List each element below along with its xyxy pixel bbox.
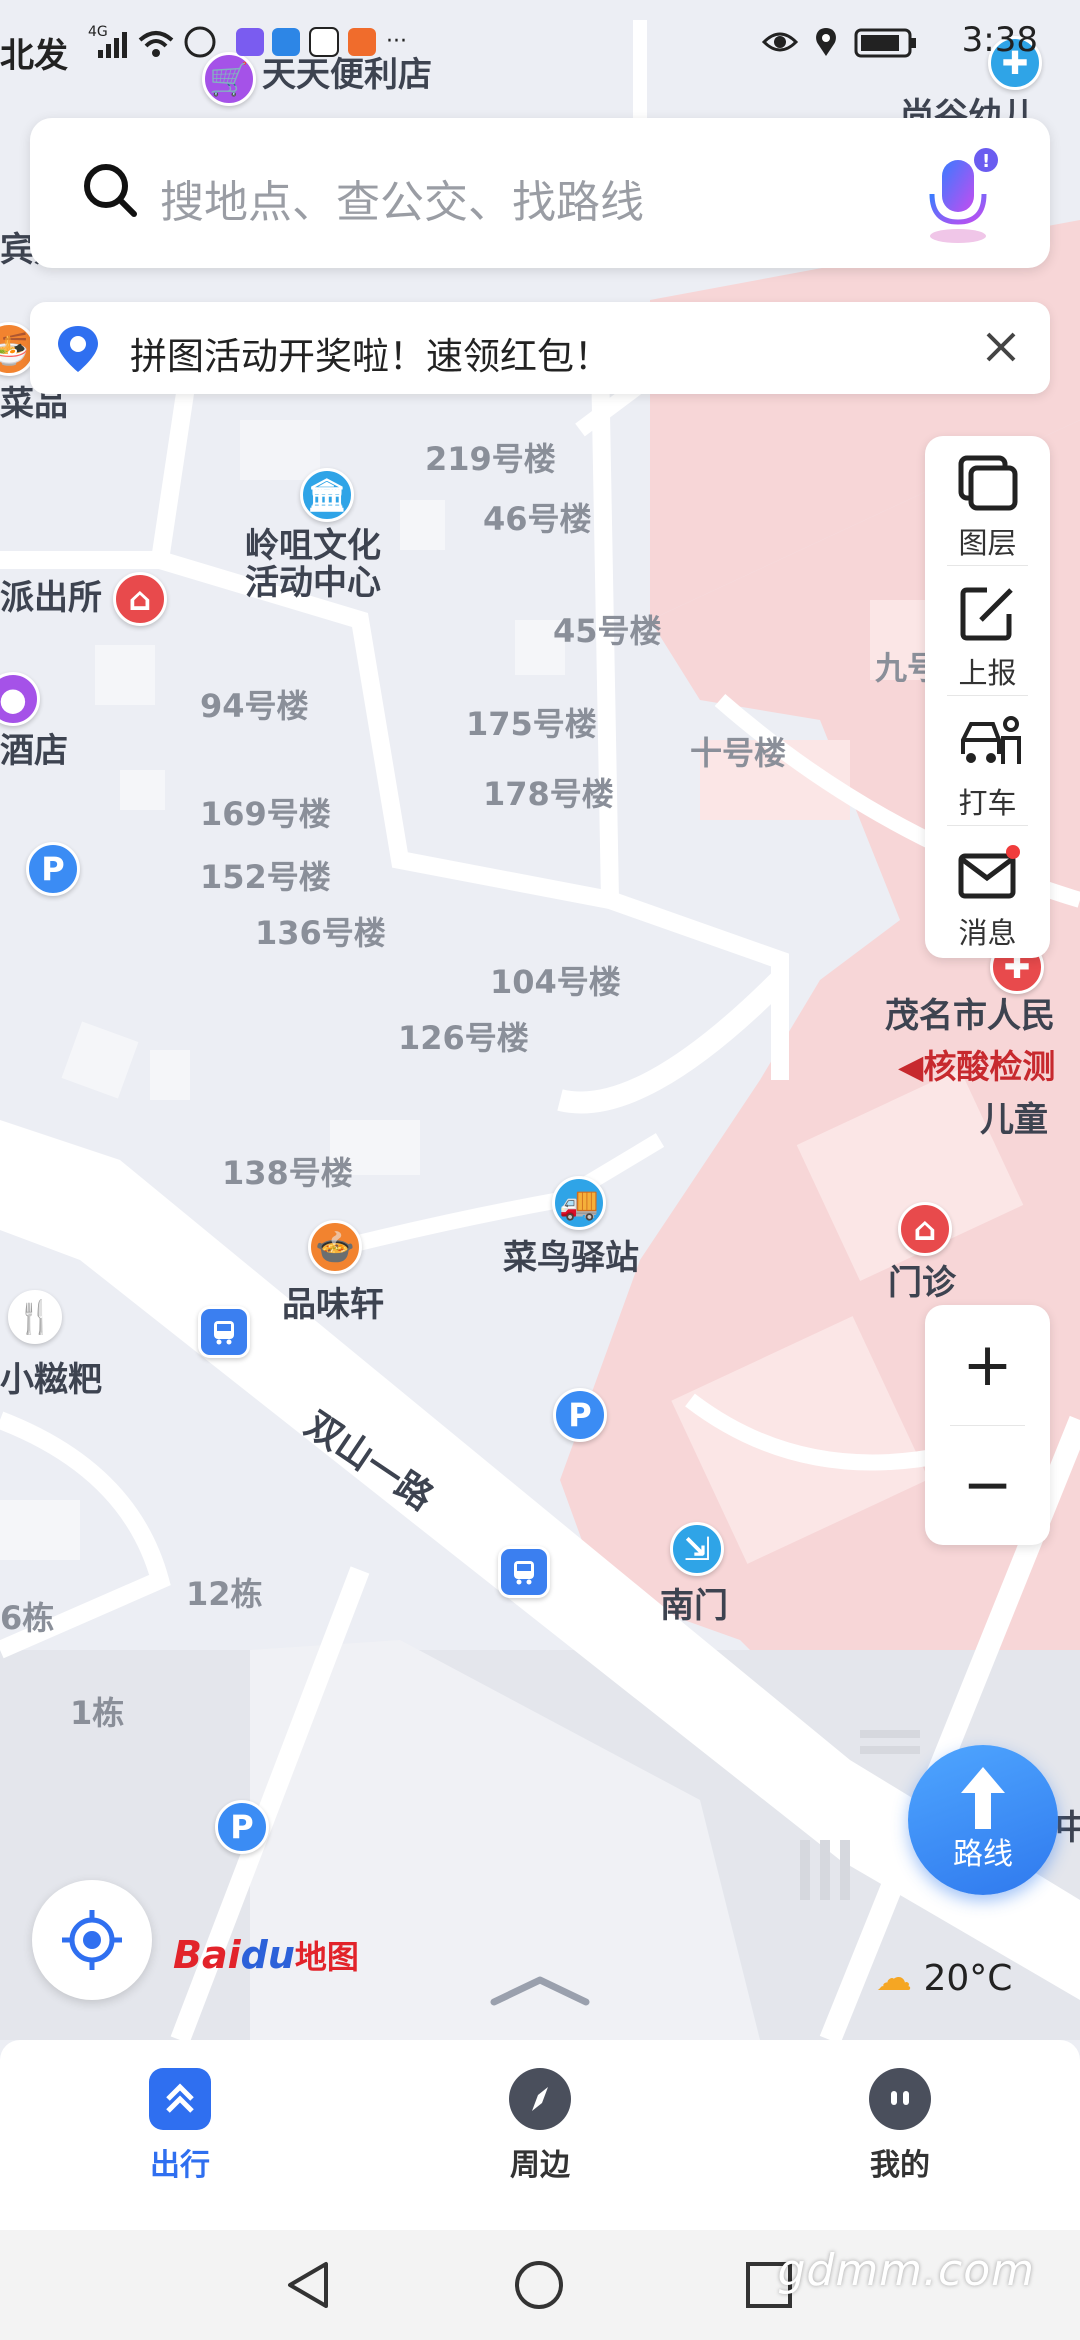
building-label: 1栋 bbox=[70, 1694, 125, 1732]
parking-icon[interactable]: P bbox=[26, 842, 80, 896]
building-label: 138号楼 bbox=[222, 1154, 353, 1192]
poi-hotel-label[interactable]: 酒店 bbox=[0, 732, 68, 770]
home-icon[interactable] bbox=[512, 2258, 566, 2312]
search-bar[interactable]: 搜地点、查公交、找路线 ! bbox=[30, 118, 1050, 268]
building-label: 12栋 bbox=[186, 1575, 263, 1613]
zoom-in-button[interactable]: + bbox=[925, 1305, 1050, 1425]
close-icon[interactable] bbox=[980, 326, 1022, 368]
building-label: 152号楼 bbox=[200, 858, 331, 896]
route-arrow-icon bbox=[961, 1767, 1005, 1829]
building-label: 219号楼 bbox=[425, 440, 556, 478]
building-label: 104号楼 bbox=[490, 963, 621, 1001]
banner-text[interactable]: 拼图活动开奖啦！速领红包！ bbox=[130, 326, 611, 380]
bus-stop-icon[interactable] bbox=[498, 1546, 550, 1598]
poi-station-label[interactable]: 菜鸟驿站 bbox=[503, 1239, 639, 1277]
baidu-map-logo: Baidu地图 bbox=[173, 1933, 359, 1977]
tool-layers-label: 图层 bbox=[958, 526, 1017, 560]
status-bar: 北发 4G ··· 3:38 bbox=[0, 0, 1080, 80]
svg-text:4G: 4G bbox=[88, 24, 108, 40]
tool-taxi[interactable]: 打车 bbox=[925, 696, 1050, 826]
poi-south-gate-label[interactable]: 南门 bbox=[660, 1587, 728, 1625]
location-pin-icon bbox=[58, 326, 98, 372]
zoom-out-button[interactable]: − bbox=[925, 1425, 1050, 1545]
compass-icon bbox=[509, 2068, 571, 2130]
status-icons: 4G ··· bbox=[88, 24, 407, 58]
poi-hospital-label[interactable]: 茂名市人民 bbox=[885, 997, 1055, 1035]
status-time: 3:38 bbox=[961, 20, 1038, 60]
poi-pinweixuan-label[interactable]: 品味轩 bbox=[282, 1286, 384, 1324]
building-label: 178号楼 bbox=[483, 775, 614, 813]
zoom-control: + − bbox=[925, 1305, 1050, 1545]
bottom-nav: 出行 周边 我的 bbox=[0, 2040, 1080, 2230]
route-button[interactable]: 路线 bbox=[908, 1745, 1058, 1895]
nav-nearby[interactable]: 周边 bbox=[440, 2068, 640, 2184]
building-label: 175号楼 bbox=[466, 705, 597, 743]
weather-cloud-sun-icon: ☁ bbox=[876, 1958, 912, 1999]
tool-messages-label: 消息 bbox=[958, 916, 1017, 950]
locate-button[interactable] bbox=[32, 1880, 152, 2000]
building-label: 94号楼 bbox=[200, 687, 309, 725]
poi-police-label[interactable]: 派出所 bbox=[0, 579, 102, 617]
building-label: 45号楼 bbox=[553, 612, 662, 650]
police-icon[interactable]: ⌂ bbox=[113, 572, 167, 626]
nav-mine-label: 我的 bbox=[870, 2148, 930, 2183]
status-left-text: 北发 bbox=[0, 36, 68, 76]
pull-up-chevron-icon[interactable] bbox=[488, 1970, 592, 2010]
double-chevron-up-icon bbox=[149, 2068, 211, 2130]
poi-hospital-sub-label[interactable]: ◀核酸检测 bbox=[898, 1040, 1055, 1088]
voice-mic-icon[interactable]: ! bbox=[922, 146, 1002, 246]
restaurant-icon[interactable]: 🍲 bbox=[308, 1220, 362, 1274]
taxi-icon bbox=[961, 716, 1021, 764]
bus-stop-icon[interactable] bbox=[198, 1306, 250, 1358]
nav-nearby-label: 周边 bbox=[510, 2148, 570, 2183]
culture-center-icon[interactable]: 🏛 bbox=[300, 468, 354, 522]
nav-travel[interactable]: 出行 bbox=[80, 2068, 280, 2184]
parking-icon[interactable]: P bbox=[215, 1800, 269, 1854]
map-tools-panel: 图层 上报 打车 消息 bbox=[925, 436, 1050, 958]
mail-icon bbox=[958, 845, 1020, 899]
weather-temp: 20°C bbox=[923, 1958, 1013, 1999]
tool-messages[interactable]: 消息 bbox=[925, 826, 1050, 956]
poi-culture-center-label[interactable]: 岭咀文化 活动中心 bbox=[245, 527, 381, 603]
layers-icon bbox=[958, 455, 1018, 511]
building-label: 169号楼 bbox=[200, 795, 331, 833]
poi-middle-label[interactable]: 中 bbox=[1055, 1809, 1080, 1847]
profile-icon bbox=[869, 2068, 931, 2130]
report-edit-icon bbox=[960, 587, 1013, 641]
weather-widget[interactable]: ☁ 20°C bbox=[876, 1958, 1012, 1999]
building-label: 46号楼 bbox=[483, 500, 592, 538]
tool-report-label: 上报 bbox=[958, 656, 1017, 690]
nav-mine[interactable]: 我的 bbox=[800, 2068, 1000, 2184]
route-button-label: 路线 bbox=[953, 1837, 1013, 1872]
tool-layers[interactable]: 图层 bbox=[925, 436, 1050, 566]
building-label: 十号楼 bbox=[690, 734, 787, 772]
parking-icon[interactable]: P bbox=[553, 1388, 607, 1442]
food-icon[interactable]: 🍴 bbox=[8, 1290, 62, 1344]
tool-taxi-label: 打车 bbox=[958, 786, 1017, 820]
search-placeholder[interactable]: 搜地点、查公交、找路线 bbox=[160, 166, 644, 230]
delivery-truck-icon[interactable]: 🚚 bbox=[552, 1176, 606, 1230]
back-icon[interactable] bbox=[282, 2258, 336, 2312]
nav-travel-label: 出行 bbox=[150, 2148, 210, 2183]
gate-icon[interactable]: ⇲ bbox=[670, 1522, 724, 1576]
status-right-icons bbox=[761, 28, 916, 58]
building-label: 126号楼 bbox=[398, 1019, 529, 1057]
tool-report[interactable]: 上报 bbox=[925, 566, 1050, 696]
crosshair-icon bbox=[62, 1910, 122, 1970]
poi-child-label[interactable]: 儿童 bbox=[980, 1101, 1048, 1139]
search-icon bbox=[84, 164, 137, 217]
poi-snack-label[interactable]: 小糍粑 bbox=[0, 1361, 102, 1399]
svg-text:!: ! bbox=[982, 151, 990, 172]
svg-text:···: ··· bbox=[386, 29, 407, 54]
building-label: 6栋 bbox=[0, 1599, 55, 1637]
clinic-icon[interactable]: ⌂ bbox=[898, 1202, 952, 1256]
poi-clinic-label[interactable]: 门诊 bbox=[888, 1264, 956, 1302]
watermark: gdmm.com bbox=[777, 2245, 1035, 2296]
promo-banner[interactable]: 拼图活动开奖啦！速领红包！ bbox=[30, 302, 1050, 394]
building-label: 136号楼 bbox=[255, 914, 386, 952]
